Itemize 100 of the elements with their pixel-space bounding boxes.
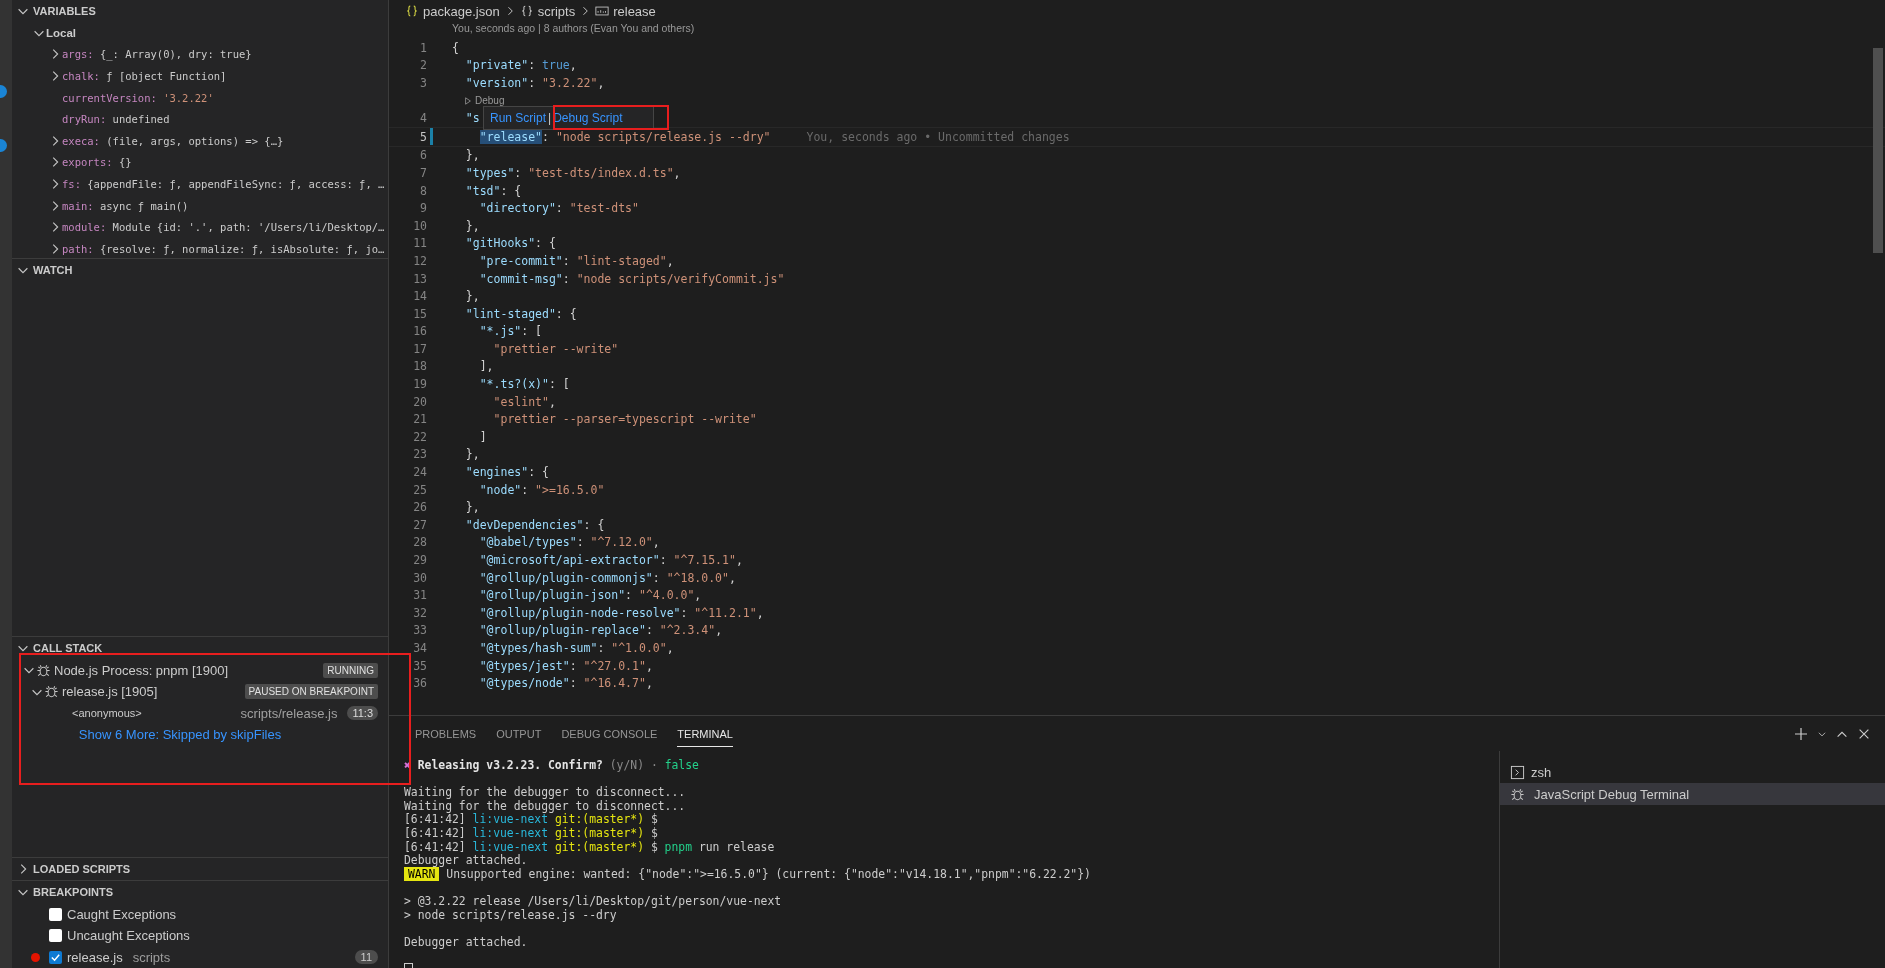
code-line: "gitHooks": { bbox=[464, 236, 556, 251]
code-line: "version": "3.2.22", bbox=[464, 76, 605, 90]
separator: | bbox=[548, 111, 552, 125]
line-number: 16 bbox=[412, 324, 427, 339]
line-number: 28 bbox=[412, 535, 427, 550]
code-line: }, bbox=[464, 447, 480, 462]
line-number: 22 bbox=[412, 429, 427, 444]
checkbox[interactable] bbox=[49, 929, 62, 943]
code-line: "*.ts?(x)": [ bbox=[478, 377, 570, 392]
variable-entry[interactable]: currentVersion: '3.2.22' bbox=[62, 91, 214, 104]
line-number: 15 bbox=[412, 306, 427, 321]
code-line: }, bbox=[464, 148, 480, 163]
terminal-line: WARN Unsupported engine: wanted: {"node":">=16.5.0"} (current: {"node":"v14.18.1","pnpm":"6.22.2"}) bbox=[404, 866, 1091, 881]
braces-icon bbox=[519, 4, 534, 18]
breadcrumb-item[interactable]: release bbox=[595, 3, 656, 19]
breakpoint-label: release.js bbox=[67, 949, 123, 965]
variable-entry[interactable]: args: {_: Array(0), dry: true} bbox=[62, 48, 252, 61]
script-link[interactable]: Run Script bbox=[490, 111, 547, 125]
bug-icon bbox=[36, 662, 51, 678]
code-line: "@types/jest": "^27.0.1", bbox=[478, 658, 653, 673]
line-number: 21 bbox=[412, 412, 427, 427]
line-number: 10 bbox=[412, 218, 427, 233]
code-line: "lint-staged": { bbox=[464, 306, 577, 321]
plus-icon[interactable] bbox=[1793, 725, 1809, 742]
line-number: 24 bbox=[412, 465, 427, 480]
session-label[interactable]: release.js [1905] bbox=[62, 684, 158, 700]
status-badge: PAUSED ON BREAKPOINT bbox=[244, 684, 378, 700]
scrollbar-thumb[interactable] bbox=[1873, 48, 1883, 253]
code-line: "*.js": [ bbox=[478, 324, 543, 339]
code-line: "tsd": { bbox=[464, 183, 522, 198]
checkbox[interactable] bbox=[49, 907, 62, 921]
session-label[interactable]: Node.js Process: pnpm [1900] bbox=[54, 662, 229, 678]
stack-frame[interactable]: <anonymous> bbox=[72, 707, 142, 720]
code-line: "engines": { bbox=[464, 465, 549, 480]
line-number: 36 bbox=[412, 676, 427, 691]
checkbox[interactable] bbox=[49, 950, 62, 964]
terminal-line: [6:41:42] li:vue-next git:(master*) $ pnpm run release bbox=[404, 839, 775, 854]
variable-entry[interactable]: chalk: ƒ [object Function] bbox=[62, 70, 227, 82]
terminal-session[interactable]: JavaScript Debug Terminal bbox=[1500, 783, 1885, 805]
code-line: "pre-commit": "lint-staged", bbox=[478, 253, 674, 268]
breadcrumb-item[interactable]: package.json bbox=[405, 3, 500, 19]
line-number: 27 bbox=[412, 517, 427, 532]
panel-tab[interactable]: PROBLEMS bbox=[415, 720, 477, 747]
line-number: 11 bbox=[412, 236, 427, 251]
bug-icon bbox=[1510, 786, 1525, 802]
braces-icon bbox=[405, 4, 419, 18]
panel-tab[interactable]: OUTPUT bbox=[496, 720, 542, 747]
breakpoint-folder: scripts bbox=[132, 949, 171, 965]
code-line: "@rollup/plugin-node-resolve": "^11.2.1", bbox=[478, 605, 764, 620]
variable-entry[interactable]: module: Module {id: '.', path: '/Users/li/Desktop/… bbox=[62, 221, 385, 234]
line-number: 34 bbox=[412, 641, 427, 655]
scope-label[interactable]: Local bbox=[46, 26, 77, 39]
terminal-line: Debugger attached. bbox=[404, 853, 528, 868]
code-line: "@rollup/plugin-json": "^4.0.0", bbox=[478, 588, 702, 603]
play-icon bbox=[464, 96, 472, 105]
section-title[interactable]: CALL STACK bbox=[33, 642, 103, 655]
code-line: "@rollup/plugin-replace": "^2.3.4", bbox=[478, 623, 723, 638]
breadcrumb-item[interactable]: scripts bbox=[519, 3, 576, 19]
string-icon bbox=[595, 4, 610, 18]
variable-entry[interactable]: fs: {appendFile: ƒ, appendFileSync: ƒ, access: ƒ, … bbox=[62, 177, 385, 190]
frame-file: scripts/release.js bbox=[240, 705, 338, 721]
code-line: ] bbox=[478, 429, 487, 444]
variable-entry[interactable]: exports: {} bbox=[62, 156, 132, 169]
terminal-line: Waiting for the debugger to disconnect... bbox=[404, 798, 686, 813]
line-number: 31 bbox=[412, 588, 427, 603]
line-number: 1 bbox=[419, 40, 427, 55]
code-lens[interactable]: Debug bbox=[475, 95, 505, 107]
terminal-line: [6:41:42] li:vue-next git:(master*) $ bbox=[404, 812, 658, 827]
terminal-line: [6:41:42] li:vue-next git:(master*) $ bbox=[404, 825, 658, 840]
breakpoint-dot[interactable] bbox=[31, 952, 40, 962]
panel-tab[interactable]: TERMINAL bbox=[677, 720, 733, 747]
terminal-line: Debugger attached. bbox=[404, 933, 528, 950]
section-title[interactable]: BREAKPOINTS bbox=[33, 886, 114, 899]
line-number: 35 bbox=[412, 658, 427, 673]
terminal-session[interactable]: zsh bbox=[1500, 761, 1885, 783]
code-line: "node": ">=16.5.0" bbox=[478, 482, 605, 497]
code-line: ], bbox=[478, 359, 494, 374]
line-number: 33 bbox=[412, 623, 427, 638]
line-number: 30 bbox=[412, 570, 427, 585]
variable-entry[interactable]: execa: (file, args, options) => {…} bbox=[62, 134, 284, 147]
line-number: 8 bbox=[419, 183, 427, 198]
blame-header[interactable]: You, seconds ago | 8 authors (Evan You and others) bbox=[452, 22, 695, 34]
line-number: 17 bbox=[412, 341, 427, 356]
section-title[interactable]: LOADED SCRIPTS bbox=[33, 863, 131, 876]
code-line: "@rollup/plugin-commonjs": "^18.0.0", bbox=[478, 570, 736, 585]
bug-icon bbox=[44, 684, 59, 700]
frame-position: 11:3 bbox=[347, 706, 378, 721]
section-title[interactable]: VARIABLES bbox=[33, 5, 96, 17]
variable-entry[interactable]: main: async ƒ main() bbox=[62, 199, 189, 212]
code-line: "private": true, bbox=[464, 58, 577, 73]
code-line: "@types/node": "^16.4.7", bbox=[478, 676, 653, 691]
variable-entry[interactable]: path: {resolve: ƒ, normalize: ƒ, isAbsolute: ƒ, jo… bbox=[62, 242, 385, 255]
code-line: "eslint", bbox=[492, 394, 556, 409]
line-number: 23 bbox=[412, 447, 427, 462]
section-title[interactable]: WATCH bbox=[33, 264, 73, 276]
show-more-link[interactable]: Show 6 More: Skipped by skipFiles bbox=[78, 727, 282, 743]
variable-entry[interactable]: dryRun: undefined bbox=[62, 113, 170, 126]
line-number: 18 bbox=[412, 359, 427, 374]
code-line: }, bbox=[464, 218, 480, 233]
panel-tab[interactable]: DEBUG CONSOLE bbox=[561, 720, 658, 747]
